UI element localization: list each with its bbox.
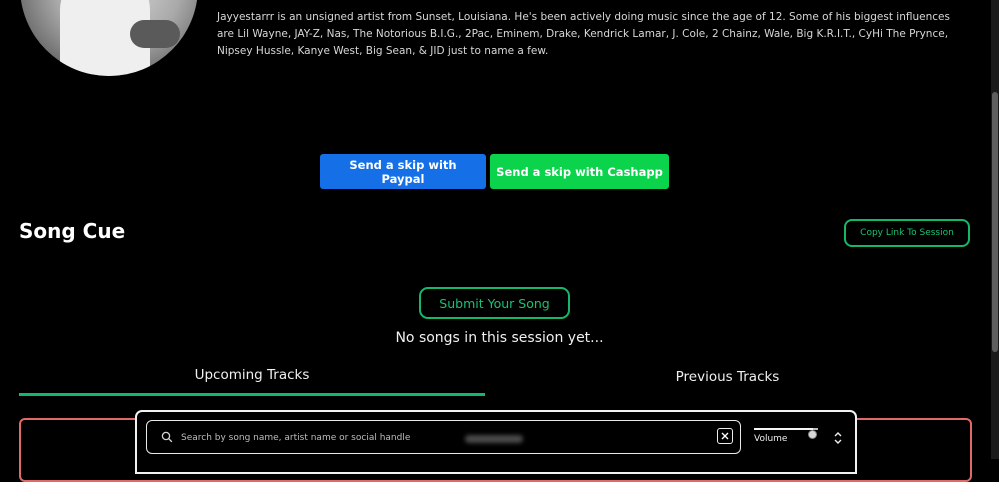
player-bar: Volume [135, 410, 857, 474]
volume-control: Volume [754, 422, 824, 450]
page-scrollbar[interactable] [991, 0, 999, 459]
search-icon [160, 429, 174, 443]
volume-slider[interactable] [754, 428, 818, 439]
send-skip-paypal-button[interactable]: Send a skip with Paypal [320, 154, 486, 189]
empty-session-message: No songs in this session yet... [395, 330, 604, 346]
submit-song-button[interactable]: Submit Your Song [419, 287, 570, 319]
redacted-blur [465, 435, 523, 443]
volume-label: Volume [754, 434, 788, 444]
search-box [146, 420, 741, 454]
artist-bio: Jayyestarrr is an unsigned artist from S… [217, 11, 950, 57]
tab-previous-tracks[interactable]: Previous Tracks [485, 369, 970, 395]
volume-slider-thumb[interactable] [808, 430, 818, 439]
copy-link-button[interactable]: Copy Link To Session [844, 219, 970, 247]
avatar-arm [130, 20, 180, 48]
scrollbar-thumb[interactable] [992, 92, 998, 352]
clear-search-button[interactable] [717, 428, 733, 444]
close-icon [720, 429, 730, 444]
send-skip-cashapp-button[interactable]: Send a skip with Cashapp [490, 154, 669, 189]
chevron-up-down-icon[interactable] [833, 430, 843, 444]
song-cue-title: Song Cue [19, 219, 126, 243]
search-input[interactable] [179, 427, 703, 449]
tab-upcoming-tracks[interactable]: Upcoming Tracks [19, 367, 485, 396]
artist-avatar [20, 0, 198, 76]
volume-slider-fill [754, 428, 813, 430]
